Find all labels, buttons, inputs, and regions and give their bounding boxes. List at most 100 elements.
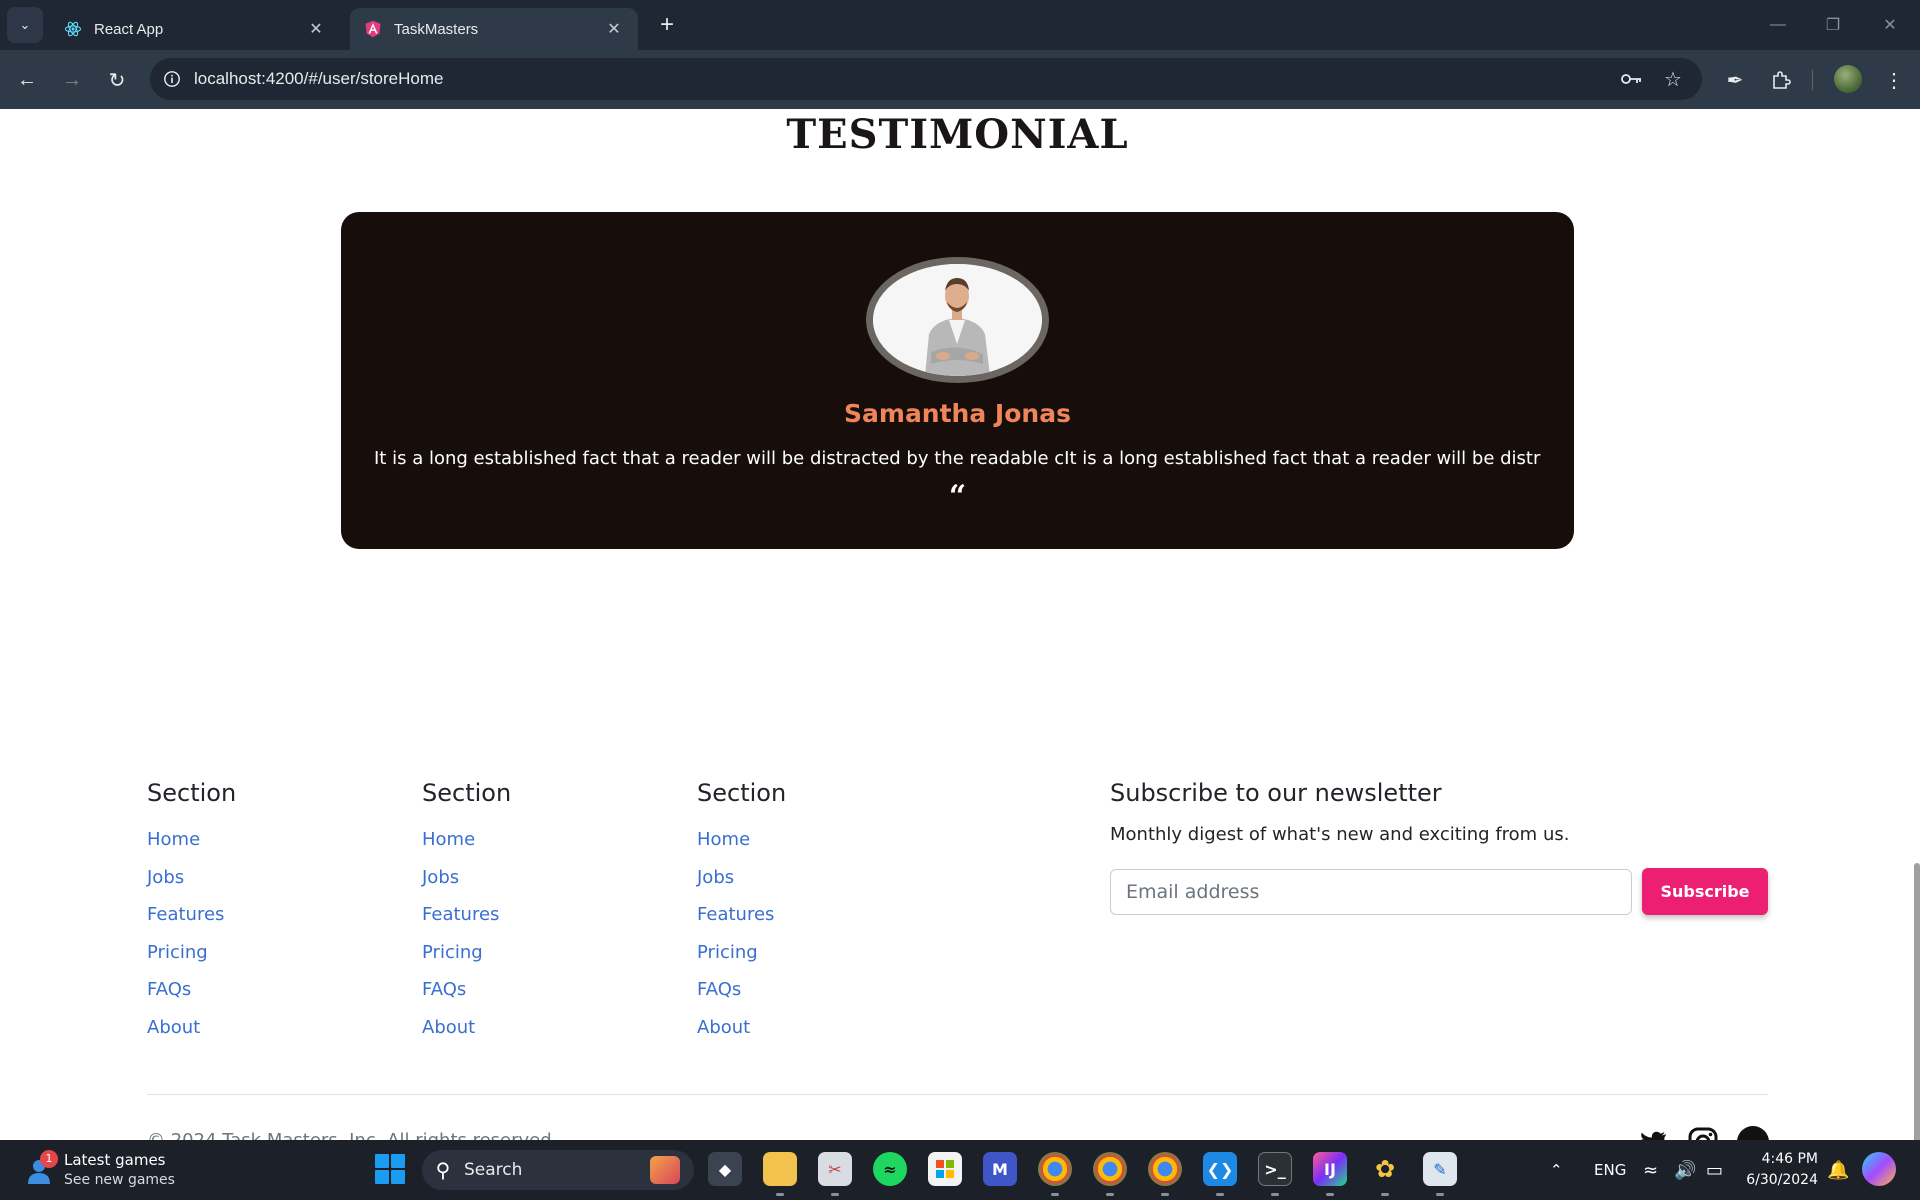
footer-link-jobs[interactable]: Jobs	[422, 859, 511, 897]
close-window-button[interactable]: ✕	[1870, 10, 1910, 40]
footer-link-home[interactable]: Home	[147, 821, 236, 859]
footer-column-3: Section Home Jobs Features Pricing FAQs …	[697, 779, 786, 1046]
copilot-icon[interactable]	[1862, 1152, 1896, 1186]
footer-link-features[interactable]: Features	[697, 896, 786, 934]
app-icon[interactable]: M	[983, 1152, 1017, 1186]
footer-link-home[interactable]: Home	[422, 821, 511, 859]
footer-column-title: Section	[147, 779, 237, 807]
windows-taskbar: 1 Latest games See new games ⚲ Search ◆ …	[0, 1140, 1920, 1200]
forward-button[interactable]: →	[54, 62, 90, 98]
notification-bell-icon[interactable]: 🔔	[1827, 1140, 1849, 1200]
vscode-icon[interactable]: ❮❯	[1203, 1152, 1237, 1186]
password-key-icon[interactable]	[1614, 58, 1650, 100]
app-icon[interactable]: ✿	[1368, 1152, 1402, 1186]
footer-link-jobs[interactable]: Jobs	[697, 859, 786, 897]
tab-title: TaskMasters	[394, 20, 479, 38]
intellij-icon[interactable]: IJ	[1313, 1152, 1347, 1186]
tab-search-button[interactable]: ⌄	[7, 7, 43, 43]
footer-link-about[interactable]: About	[697, 1009, 786, 1047]
address-bar[interactable]: localhost:4200/#/user/storeHome ☆	[150, 58, 1702, 100]
widget-title: Latest games	[64, 1151, 166, 1169]
bookmark-star-icon[interactable]: ☆	[1655, 58, 1691, 100]
new-tab-button[interactable]: +	[652, 10, 682, 40]
clock[interactable]: 4:46 PM 6/30/2024	[1738, 1149, 1818, 1191]
clock-date: 6/30/2024	[1746, 1172, 1818, 1188]
tab-react-app[interactable]: React App ✕	[50, 8, 340, 50]
running-indicator	[831, 1193, 839, 1196]
angular-icon	[364, 20, 382, 38]
terminal-icon[interactable]: >_	[1258, 1152, 1292, 1186]
file-explorer-icon[interactable]	[763, 1152, 797, 1186]
footer-link-faqs[interactable]: FAQs	[147, 971, 236, 1009]
battery-icon[interactable]: ▭	[1706, 1140, 1723, 1200]
chrome-icon[interactable]	[1038, 1152, 1072, 1186]
taskbar-search[interactable]: ⚲ Search	[422, 1150, 694, 1190]
testimonial-name: Samantha Jonas	[844, 399, 1071, 428]
running-indicator	[776, 1193, 784, 1196]
reload-button[interactable]: ↻	[99, 62, 135, 98]
restore-button[interactable]: ❐	[1813, 10, 1853, 40]
minimize-button[interactable]: —	[1758, 10, 1798, 40]
footer-divider	[147, 1094, 1768, 1095]
wifi-icon[interactable]: ≈	[1643, 1140, 1658, 1200]
chrome-profile-icon[interactable]	[1093, 1152, 1127, 1186]
profile-avatar[interactable]	[1834, 65, 1862, 93]
scrollbar-thumb[interactable]	[1914, 863, 1920, 1140]
copyright-text: © 2024 Task Masters, Inc. All rights res…	[147, 1130, 557, 1140]
widgets-button[interactable]: 1 Latest games See new games	[22, 1148, 182, 1192]
spotify-icon[interactable]: ≈	[873, 1152, 907, 1186]
subscribe-button[interactable]: Subscribe	[1642, 868, 1768, 915]
notification-badge: 1	[40, 1150, 58, 1168]
browser-toolbar: ← → ↻ localhost:4200/#/user/storeHome ☆ …	[0, 50, 1920, 109]
footer-link-about[interactable]: About	[422, 1009, 511, 1047]
newsletter-description: Monthly digest of what's new and excitin…	[1110, 824, 1570, 845]
footer-link-jobs[interactable]: Jobs	[147, 859, 236, 897]
url-text[interactable]: localhost:4200/#/user/storeHome	[194, 69, 443, 89]
running-indicator	[1106, 1193, 1114, 1196]
windows-start-icon[interactable]	[375, 1154, 405, 1184]
close-icon[interactable]: ✕	[306, 19, 326, 39]
tab-taskmasters[interactable]: TaskMasters ✕	[350, 8, 638, 50]
chevron-up-icon[interactable]: ⌃	[1550, 1140, 1563, 1200]
footer-link-about[interactable]: About	[147, 1009, 236, 1047]
browser-tab-bar: ⌄ React App ✕ TaskMasters ✕ + — ❐ ✕	[0, 0, 1920, 50]
chrome-profile-icon[interactable]	[1148, 1152, 1182, 1186]
testimonial-avatar	[866, 257, 1049, 383]
more-menu-icon[interactable]: ⋮	[1876, 62, 1912, 98]
footer-link-pricing[interactable]: Pricing	[147, 934, 236, 972]
volume-icon[interactable]: 🔊	[1674, 1140, 1696, 1200]
editor-icon[interactable]: ✎	[1423, 1152, 1457, 1186]
footer-link-faqs[interactable]: FAQs	[697, 971, 786, 1009]
testimonial-heading: TESTIMONIAL	[786, 111, 1129, 158]
arrow-left-icon: ←	[17, 68, 37, 91]
twitter-icon[interactable]	[1637, 1126, 1669, 1140]
back-button[interactable]: ←	[9, 62, 45, 98]
copilot-app-icon[interactable]: ◆	[708, 1152, 742, 1186]
language-indicator[interactable]: ENG	[1594, 1140, 1626, 1200]
tab-title: React App	[94, 20, 164, 38]
snipping-tool-icon[interactable]: ✂	[818, 1152, 852, 1186]
footer-column-title: Section	[422, 779, 512, 807]
footer-link-features[interactable]: Features	[422, 896, 511, 934]
site-info-icon[interactable]	[150, 58, 194, 100]
instagram-icon[interactable]	[1687, 1126, 1719, 1140]
footer-link-pricing[interactable]: Pricing	[697, 934, 786, 972]
chevron-down-icon: ⌄	[19, 17, 31, 32]
footer-column-title: Section	[697, 779, 787, 807]
footer-link-home[interactable]: Home	[697, 821, 786, 859]
email-input[interactable]	[1110, 869, 1632, 915]
microsoft-store-icon[interactable]	[928, 1152, 962, 1186]
widget-subtitle: See new games	[64, 1172, 175, 1188]
eyedropper-icon[interactable]: ✒	[1717, 62, 1753, 98]
running-indicator	[1216, 1193, 1224, 1196]
running-indicator	[1161, 1193, 1169, 1196]
footer-column-2: Section Home Jobs Features Pricing FAQs …	[422, 779, 511, 1046]
footer-link-features[interactable]: Features	[147, 896, 236, 934]
search-label: Search	[464, 1160, 523, 1180]
newsletter-title: Subscribe to our newsletter	[1110, 779, 1442, 807]
extensions-icon[interactable]	[1763, 62, 1799, 98]
footer-link-faqs[interactable]: FAQs	[422, 971, 511, 1009]
close-icon[interactable]: ✕	[604, 19, 624, 39]
footer-link-pricing[interactable]: Pricing	[422, 934, 511, 972]
facebook-icon[interactable]	[1737, 1126, 1769, 1140]
